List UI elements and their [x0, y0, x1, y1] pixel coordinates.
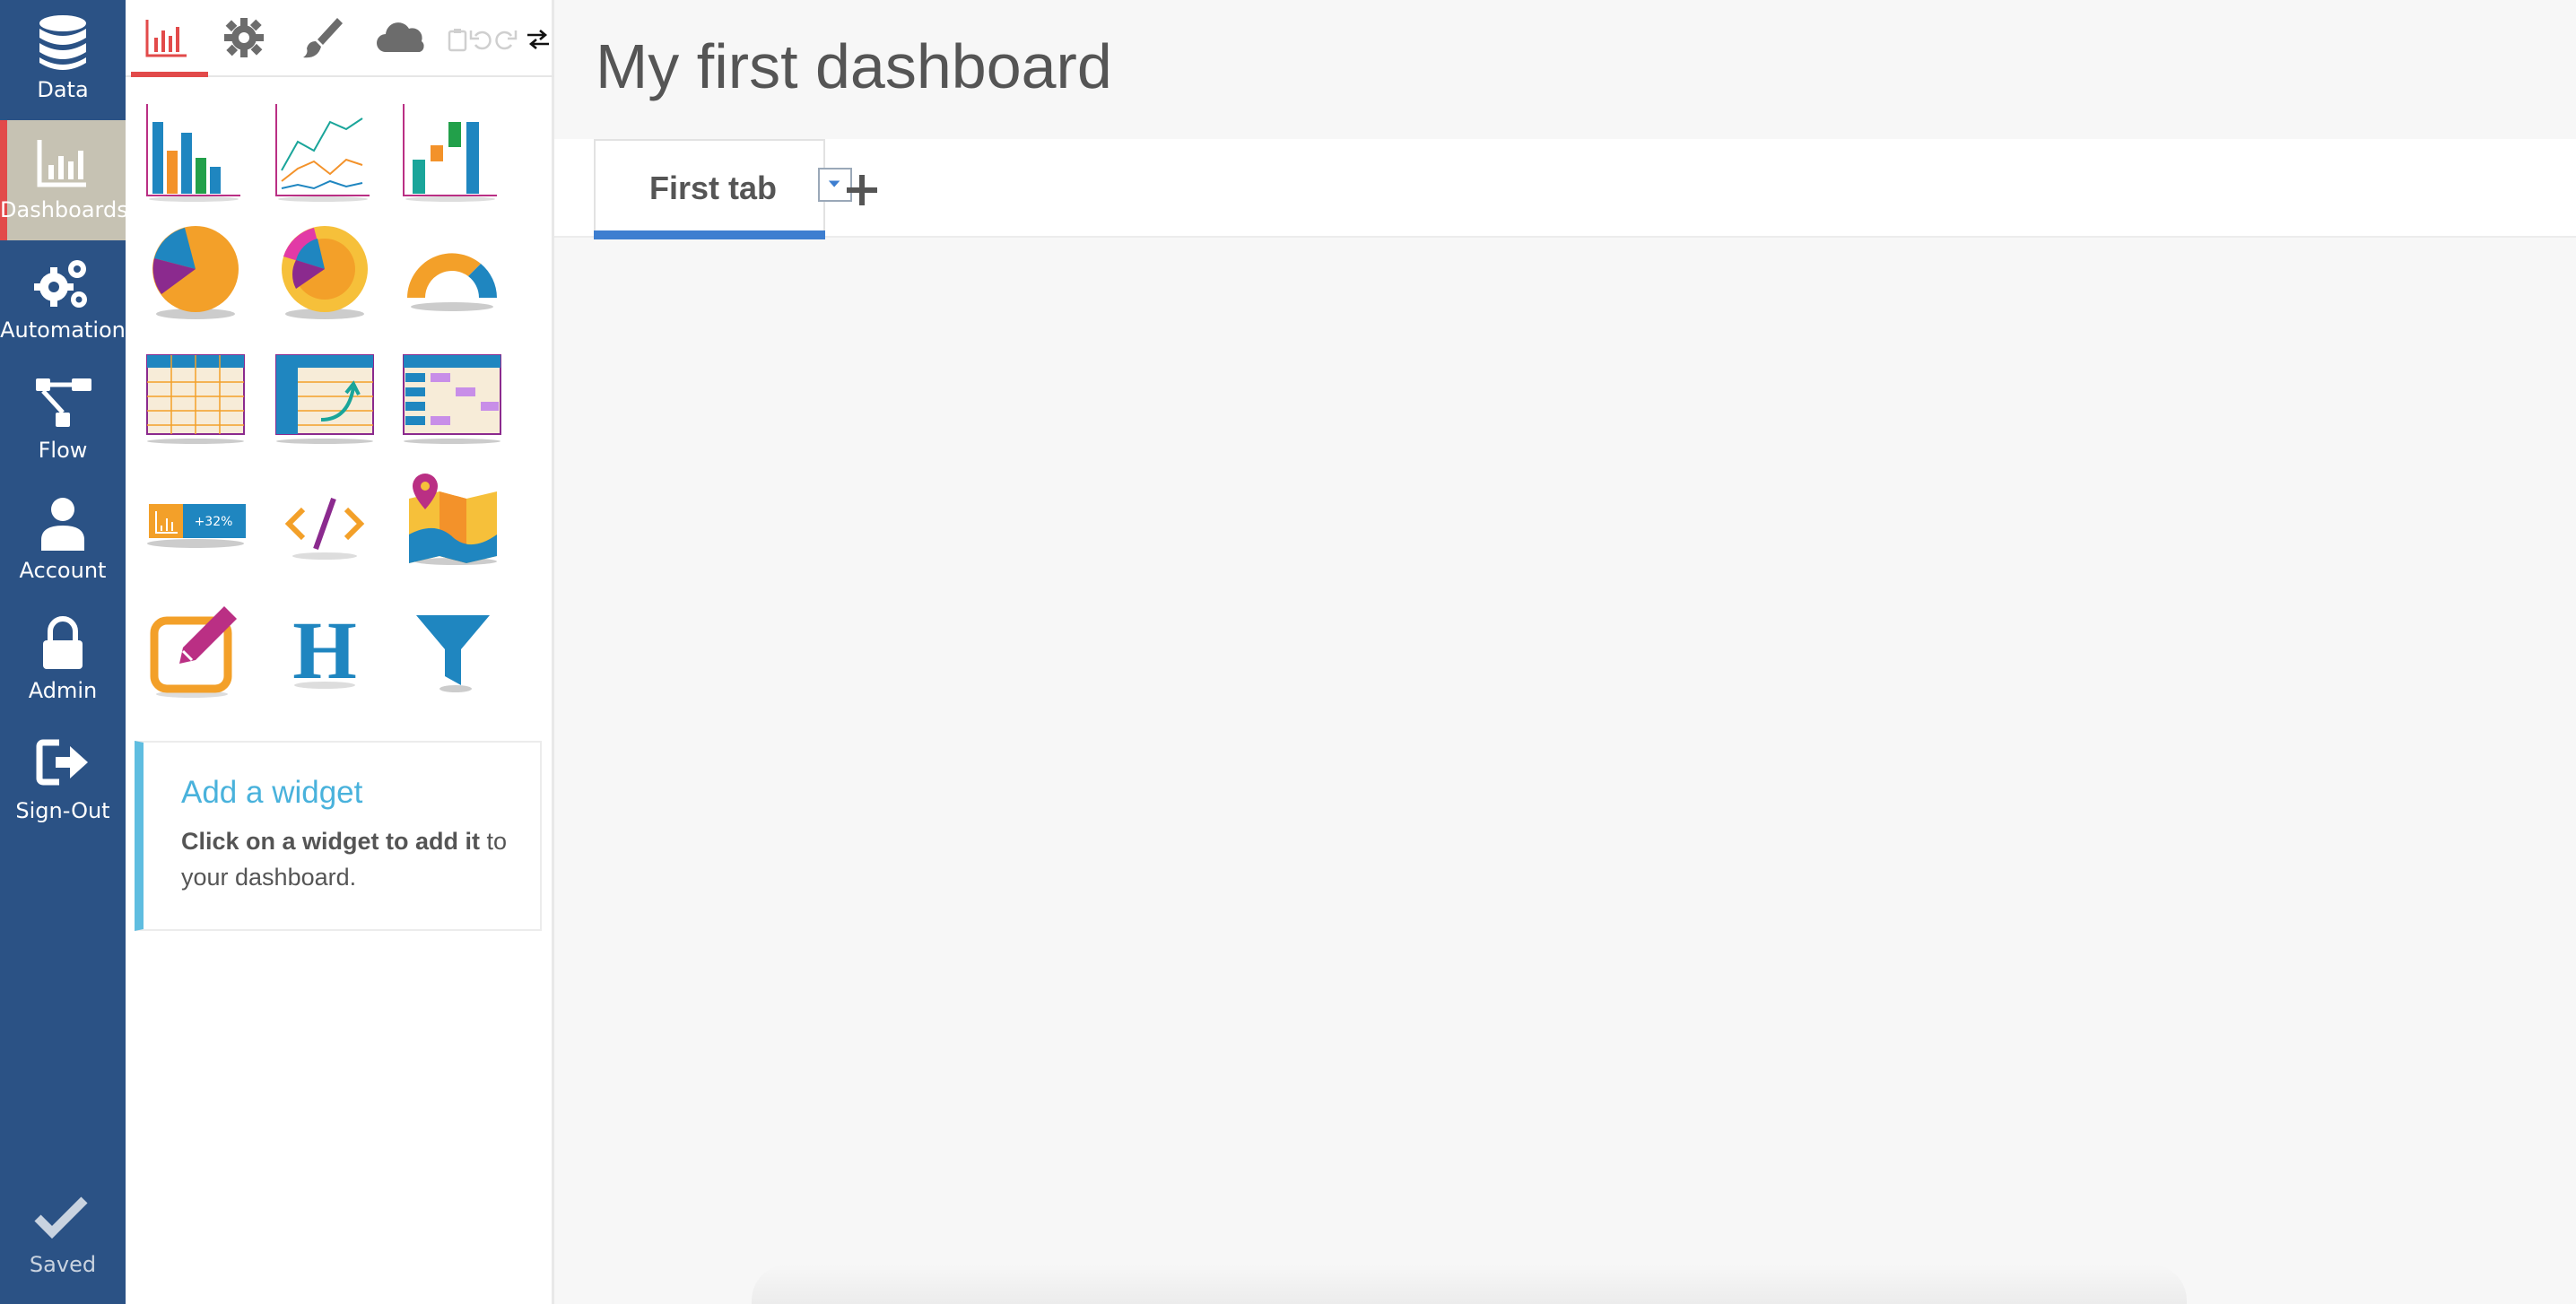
add-widget-desc-bold: Click on a widget to add it — [181, 828, 481, 855]
active-tab-underline — [594, 230, 825, 239]
nav-label: Automation — [0, 317, 126, 343]
nav-item-automation[interactable]: Automation — [0, 240, 126, 361]
bar-chart-widget[interactable] — [142, 95, 249, 203]
nav-label: Dashboards — [0, 197, 128, 222]
nav-label: Flow — [38, 438, 88, 463]
settings-tab-icon[interactable] — [219, 13, 269, 63]
swap-icon[interactable] — [526, 27, 551, 52]
cloud-tab-icon[interactable] — [373, 13, 427, 63]
nav-item-sign-out[interactable]: Sign-Out — [0, 721, 126, 841]
waterfall-chart-widget[interactable] — [398, 95, 506, 203]
nav-item-flow[interactable]: Flow — [0, 361, 126, 481]
bar-chart-icon — [37, 140, 86, 187]
add-widget-hint: Add a widget Click on a widget to add it… — [135, 741, 542, 931]
gauge-chart-widget[interactable] — [398, 217, 506, 325]
sunburst-chart-widget[interactable] — [271, 217, 379, 325]
tab-first[interactable]: First tab — [594, 139, 852, 239]
add-tab-icon[interactable] — [841, 170, 883, 211]
dashboard-title[interactable]: My first dashboard — [596, 30, 1112, 102]
widget-panel: +32% H Add a widget Click on a widget to… — [126, 0, 554, 1304]
dashboard-area: My first dashboard First tab — [554, 0, 2576, 1304]
nav-label: Admin — [28, 678, 98, 703]
line-chart-widget[interactable] — [271, 95, 379, 203]
pivot-table-widget[interactable] — [271, 343, 379, 450]
table-widget[interactable] — [142, 343, 249, 450]
lock-icon — [43, 616, 83, 669]
html-widget[interactable] — [271, 468, 379, 576]
heading-glyph: H — [292, 604, 357, 696]
tab-label: First tab — [649, 170, 778, 206]
nav-label: Data — [37, 77, 89, 102]
chart-tab-icon[interactable] — [142, 13, 192, 63]
brush-tab-icon[interactable] — [296, 13, 346, 63]
user-icon — [41, 498, 84, 551]
saved-status: Saved — [0, 1180, 126, 1297]
heatmap-table-widget[interactable] — [398, 343, 506, 450]
bottom-shadow — [752, 1265, 2187, 1304]
gears-icon — [34, 260, 87, 308]
map-widget[interactable] — [398, 468, 506, 576]
nav-label: Sign-Out — [15, 798, 110, 823]
dashboard-tab-bar: First tab — [554, 139, 2576, 239]
nav-item-account[interactable]: Account — [0, 481, 126, 601]
nav-item-dashboards[interactable]: Dashboards — [0, 120, 128, 240]
pie-chart-widget[interactable] — [142, 217, 249, 325]
heading-widget[interactable]: H — [271, 595, 379, 703]
check-icon — [34, 1196, 88, 1239]
kpi-text: +32% — [195, 515, 233, 529]
redo-icon[interactable] — [493, 27, 518, 52]
undo-icon[interactable] — [468, 27, 493, 52]
flow-icon — [36, 378, 91, 427]
main-nav: Data Dashboards Automation Flow Account … — [0, 0, 128, 1304]
database-icon — [39, 15, 86, 70]
add-widget-title: Add a widget — [181, 775, 363, 810]
panel-tabs — [126, 0, 554, 77]
nav-label: Account — [19, 558, 107, 583]
kpi-widget[interactable]: +32% — [142, 468, 249, 576]
nav-item-data[interactable]: Data — [0, 0, 126, 120]
clipboard-icon[interactable] — [445, 27, 470, 52]
add-widget-description: Click on a widget to add it to your dash… — [181, 823, 531, 895]
active-tab-underline — [131, 72, 208, 77]
nav-item-admin[interactable]: Admin — [0, 601, 126, 721]
text-widget[interactable] — [142, 595, 249, 703]
filter-widget[interactable] — [398, 595, 506, 703]
saved-label: Saved — [29, 1252, 97, 1277]
sign-out-icon — [36, 739, 88, 786]
